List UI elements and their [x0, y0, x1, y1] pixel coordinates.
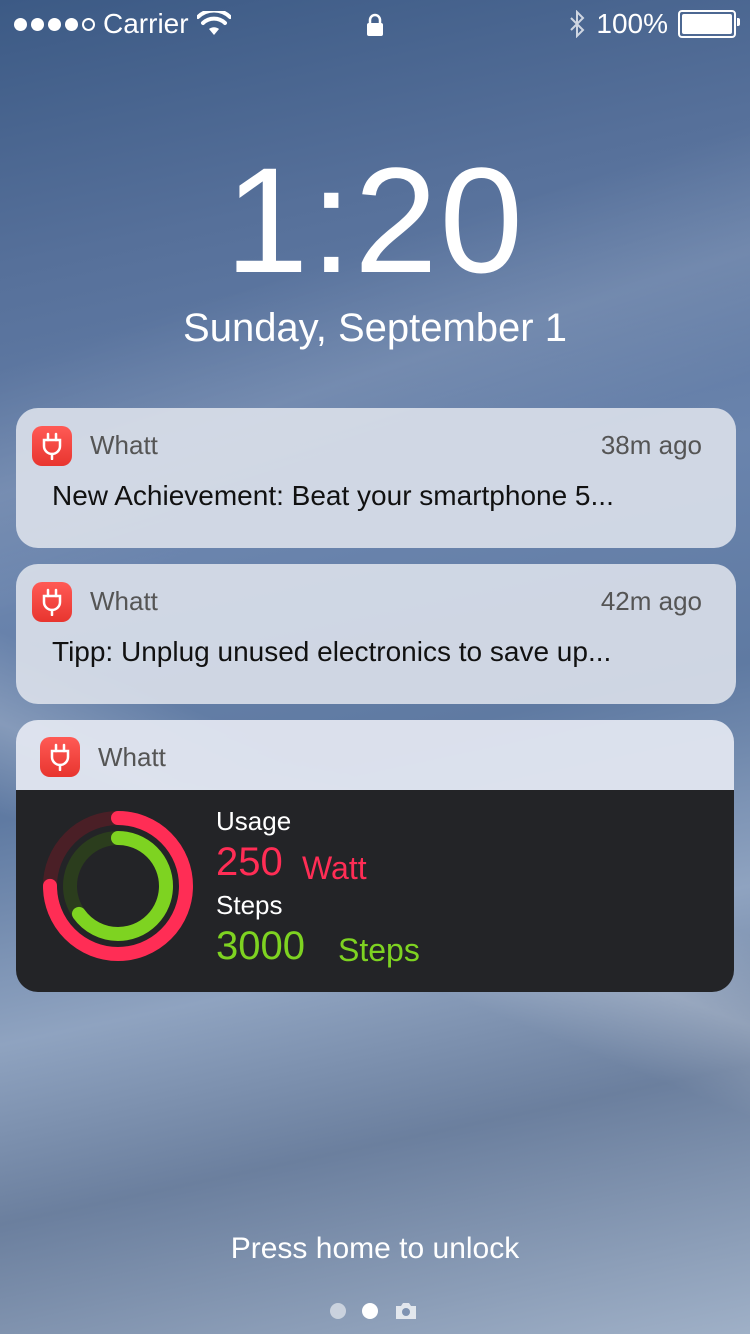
steps-unit: Steps [338, 932, 420, 968]
battery-icon [678, 10, 740, 38]
notification-time: 42m ago [600, 586, 702, 616]
notification-message: Tipp: Unplug unused electronics to save … [52, 636, 612, 667]
notification-card[interactable]: Whatt 38m ago New Achievement: Beat your… [16, 408, 736, 548]
activity-widget[interactable]: Whatt Usage 250 Watt Steps 3000 Steps [16, 720, 734, 992]
plug-icon [40, 737, 80, 777]
battery-percent: 100% [596, 8, 668, 39]
usage-value: 250 [216, 840, 283, 884]
signal-strength-icon [14, 17, 95, 31]
activity-rings [43, 811, 193, 961]
widget-app-name: Whatt [98, 742, 166, 772]
plug-icon [32, 426, 72, 466]
usage-label: Usage [216, 806, 292, 836]
notification-message: New Achievement: Beat your smartphone 5.… [52, 480, 614, 511]
notification-time: 38m ago [600, 430, 702, 460]
page-dot[interactable] [330, 1303, 346, 1319]
lock-icon [367, 13, 383, 36]
notification-card[interactable]: Whatt 42m ago Tipp: Unplug unused electr… [16, 564, 736, 704]
page-indicator[interactable] [330, 1302, 418, 1320]
notification-app-name: Whatt [90, 430, 158, 460]
page-dot-active[interactable] [362, 1303, 378, 1319]
steps-value: 3000 [216, 924, 305, 968]
camera-icon[interactable] [394, 1302, 418, 1320]
status-bar: Carrier 100% [0, 0, 750, 48]
wifi-icon [196, 11, 231, 35]
bluetooth-icon [570, 10, 585, 38]
usage-unit: Watt [302, 850, 367, 886]
unlock-hint: Press home to unlock [230, 1232, 520, 1265]
steps-label: Steps [216, 890, 283, 920]
lock-date: Sunday, September 1 [183, 306, 567, 350]
widget-header: Whatt [16, 720, 734, 790]
carrier-label: Carrier [103, 8, 189, 39]
notification-app-name: Whatt [90, 586, 158, 616]
widget-body: Usage 250 Watt Steps 3000 Steps [16, 790, 734, 992]
lock-clock: 1:20 [225, 136, 525, 304]
plug-icon [32, 582, 72, 622]
